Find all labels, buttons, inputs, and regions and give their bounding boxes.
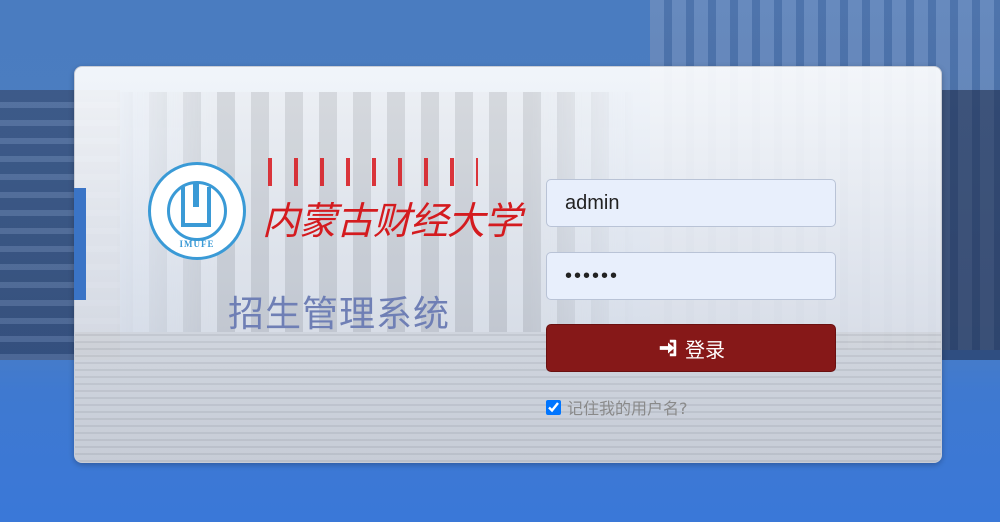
password-input[interactable] xyxy=(546,252,836,300)
seal-text: IMUFE xyxy=(179,239,215,249)
accent-bar xyxy=(74,188,86,300)
login-label: 登录 xyxy=(685,337,725,362)
system-title: 招生管理系统 xyxy=(228,294,451,335)
login-button[interactable]: 登录 xyxy=(546,324,836,372)
university-seal-logo: IMUFE xyxy=(148,162,246,260)
mongolian-script-logo xyxy=(268,158,478,186)
remember-me[interactable]: 记住我的用户名? xyxy=(546,395,688,419)
seal-emblem-icon xyxy=(181,183,211,227)
remember-checkbox[interactable] xyxy=(546,399,561,415)
background-shadow xyxy=(940,90,1000,360)
sign-in-icon xyxy=(659,339,677,357)
university-name-logo: 内蒙古财经大学 xyxy=(262,199,522,243)
remember-label: 记住我的用户名? xyxy=(567,399,688,418)
username-input[interactable] xyxy=(546,179,836,227)
